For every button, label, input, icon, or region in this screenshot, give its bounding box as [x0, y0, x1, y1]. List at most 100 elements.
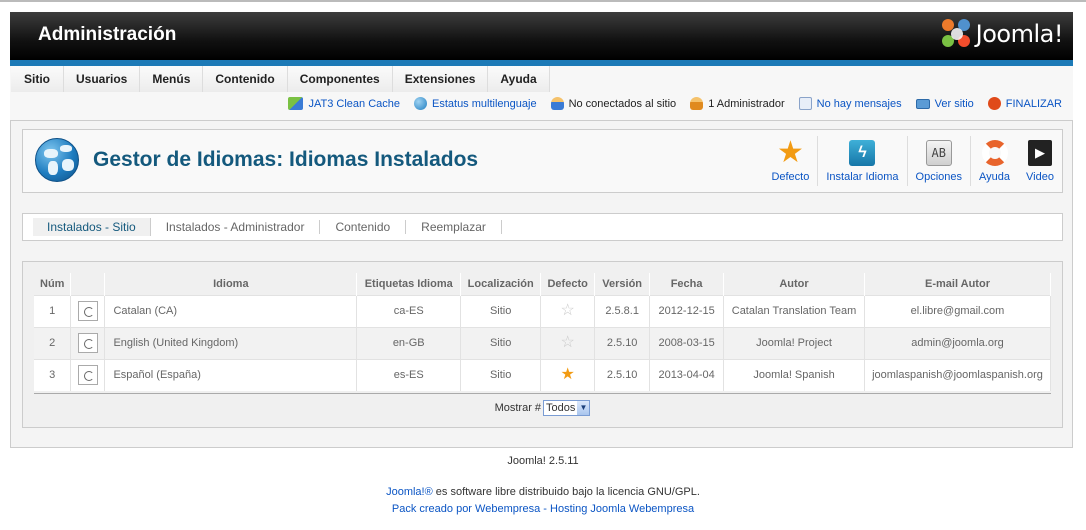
toolbar-buttons: ★ Defecto ϟ Instalar Idioma AB Opciones: [763, 130, 1062, 192]
video-icon: ▶: [1026, 139, 1054, 167]
row-date: 2013-04-04: [649, 358, 725, 391]
joomla-logo: Joomla!: [941, 18, 1064, 50]
default-button[interactable]: ★ Defecto: [763, 130, 817, 192]
monitor-icon: [915, 98, 930, 109]
col-email[interactable]: E-mail Autor: [864, 273, 1052, 295]
status-offline: No conectados al sitio: [550, 97, 677, 110]
row-version: 2.5.10: [594, 358, 651, 391]
admins-text: 1 Administrador: [708, 97, 785, 110]
menu-extensiones[interactable]: Extensiones: [392, 66, 489, 92]
col-tag[interactable]: Etiquetas Idioma: [356, 273, 462, 295]
status-multilang[interactable]: Estatus multilenguaje: [414, 97, 537, 110]
row-num: 1: [34, 294, 72, 327]
page-title: Gestor de Idiomas: Idiomas Instalados: [93, 148, 479, 171]
row-version: 2.5.10: [594, 326, 651, 359]
messages-link[interactable]: No hay mensajes: [817, 98, 902, 110]
menu-contenido[interactable]: Contenido: [203, 66, 288, 92]
languages-table: Núm Idioma Etiquetas Idioma Localización…: [34, 273, 1052, 391]
col-select: [70, 273, 106, 295]
row-date: 2012-12-15: [649, 294, 725, 327]
menu-ayuda[interactable]: Ayuda: [488, 66, 550, 92]
users-icon: [550, 97, 564, 110]
row-radio[interactable]: [77, 333, 98, 353]
status-view-site[interactable]: Ver sitio: [915, 98, 974, 110]
messages-icon: [798, 97, 812, 110]
multilang-link[interactable]: Estatus multilenguaje: [432, 98, 537, 110]
footer-credit: Pack creado por Webempresa - Hosting Joo…: [0, 503, 1086, 515]
languages-globe-icon: [35, 138, 79, 182]
help-button[interactable]: Ayuda: [971, 130, 1018, 192]
col-date[interactable]: Fecha: [649, 273, 725, 295]
col-language[interactable]: Idioma: [104, 273, 358, 295]
row-version: 2.5.8.1: [594, 294, 651, 327]
globe-small-icon: [414, 97, 427, 110]
row-num: 2: [34, 326, 72, 359]
license-text: es software libre distribuido bajo la li…: [432, 486, 700, 498]
col-location[interactable]: Localización: [460, 273, 542, 295]
logout-link[interactable]: FINALIZAR: [1006, 98, 1062, 110]
menu-componentes[interactable]: Componentes: [287, 66, 393, 92]
joomla-logo-text: Joomla!: [975, 20, 1064, 48]
install-language-button[interactable]: ϟ Instalar Idioma: [818, 130, 906, 192]
footer-license: Joomla!® es software libre distribuido b…: [0, 486, 1086, 498]
options-icon: AB: [925, 139, 953, 167]
row-radio[interactable]: [77, 301, 98, 321]
row-location: Sitio: [460, 294, 542, 327]
row-tag: ca-ES: [356, 294, 462, 327]
row-email: joomlaspanish@joomlaspanish.org: [864, 358, 1052, 391]
row-author: Joomla! Spanish: [723, 358, 865, 391]
options-button[interactable]: AB Opciones: [908, 130, 970, 192]
table-row: 2 English (United Kingdom) en-GB Sitio ☆…: [34, 326, 1052, 359]
options-label: Opciones: [915, 171, 962, 183]
menubar: Sitio Usuarios Menús Contenido Component…: [10, 66, 1073, 120]
col-author[interactable]: Autor: [723, 273, 865, 295]
offline-text: No conectados al sitio: [568, 97, 677, 110]
row-language: Español (España): [104, 358, 358, 391]
col-version[interactable]: Versión: [594, 273, 651, 295]
joomla-link[interactable]: Joomla!®: [386, 486, 433, 498]
help-label: Ayuda: [979, 171, 1010, 183]
subtabs: Instalados - Sitio Instalados - Administ…: [22, 213, 1063, 241]
header-title: Administración: [38, 24, 177, 45]
video-label: Video: [1026, 171, 1054, 183]
row-tag: es-ES: [356, 358, 462, 391]
row-radio[interactable]: [77, 365, 98, 386]
video-button[interactable]: ▶ Video: [1018, 130, 1062, 192]
default-star-empty-icon[interactable]: ☆: [560, 334, 574, 351]
row-location: Sitio: [460, 358, 542, 391]
default-star-empty-icon[interactable]: ☆: [560, 302, 574, 319]
menu-usuarios[interactable]: Usuarios: [64, 66, 141, 92]
status-messages[interactable]: No hay mensajes: [798, 97, 902, 110]
admin-user-icon: [690, 97, 704, 110]
col-default[interactable]: Defecto: [540, 273, 596, 295]
menu-menus[interactable]: Menús: [140, 66, 204, 92]
status-logout[interactable]: FINALIZAR: [987, 97, 1062, 110]
webempresa-link[interactable]: Pack creado por Webempresa - Hosting Joo…: [392, 503, 694, 515]
main-menu: Sitio Usuarios Menús Contenido Component…: [11, 66, 550, 92]
default-star-filled-icon: ★: [560, 366, 575, 384]
col-num[interactable]: Núm: [34, 273, 72, 295]
tab-installed-admin[interactable]: Instalados - Administrador: [151, 220, 321, 234]
star-icon: ★: [776, 136, 804, 169]
table-row: 3 Español (España) es-ES Sitio ★ 2.5.10 …: [34, 358, 1052, 391]
cache-icon: [288, 97, 304, 110]
row-date: 2008-03-15: [649, 326, 725, 359]
cache-link[interactable]: JAT3 Clean Cache: [308, 98, 400, 110]
menu-sitio[interactable]: Sitio: [11, 66, 64, 92]
display-limit-select[interactable]: Todos ▼: [543, 399, 591, 416]
row-author: Joomla! Project: [723, 326, 865, 359]
main-content: Gestor de Idiomas: Idiomas Instalados ★ …: [10, 120, 1073, 448]
table-row: 1 Catalan (CA) ca-ES Sitio ☆ 2.5.8.1 201…: [34, 294, 1052, 327]
tab-overrides[interactable]: Reemplazar: [406, 220, 502, 234]
logout-icon: [987, 97, 1001, 110]
status-cache[interactable]: JAT3 Clean Cache: [288, 97, 400, 110]
display-limit-value: Todos: [546, 401, 576, 414]
status-admins: 1 Administrador: [690, 97, 785, 110]
tab-content[interactable]: Contenido: [320, 220, 407, 234]
tab-installed-site[interactable]: Instalados - Sitio: [33, 218, 151, 236]
view-site-link[interactable]: Ver sitio: [935, 98, 974, 110]
table-header-row: Núm Idioma Etiquetas Idioma Localización…: [34, 273, 1052, 295]
pagination-footer: Mostrar # Todos ▼: [34, 393, 1051, 421]
row-email: admin@joomla.org: [864, 326, 1052, 359]
display-label: Mostrar #: [494, 401, 542, 414]
